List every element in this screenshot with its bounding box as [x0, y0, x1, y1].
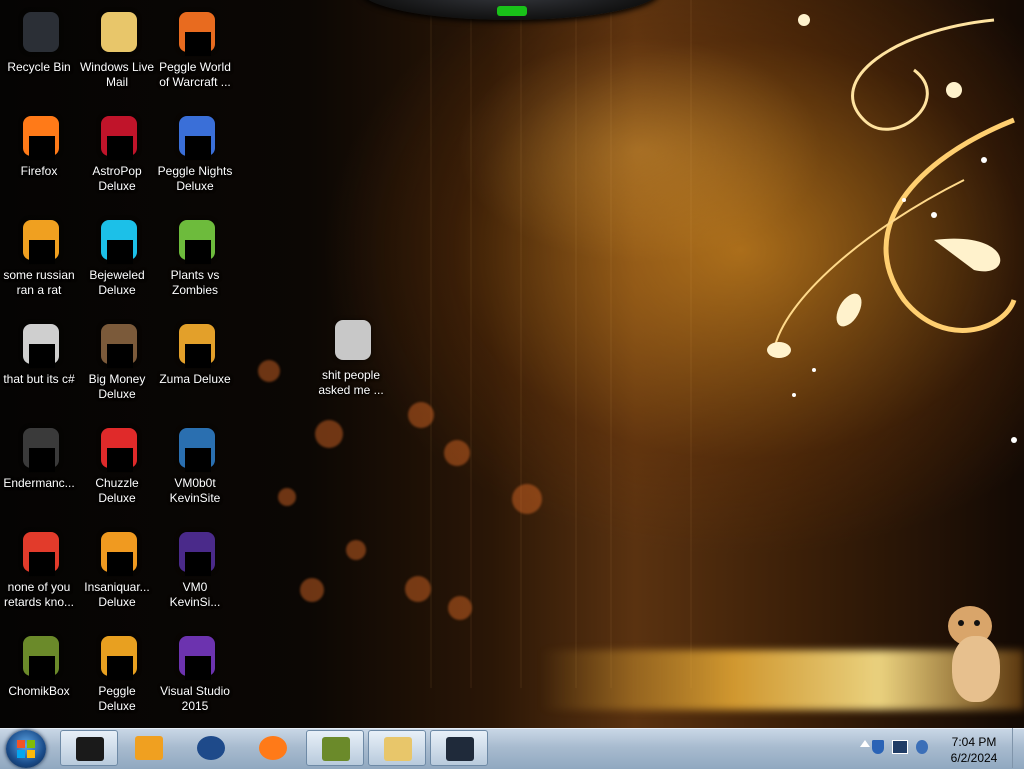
desktop-icon-firefox[interactable]: Firefox [0, 112, 78, 179]
insaniquarium-icon [93, 528, 141, 576]
clock-date: 6/2/2024 [950, 751, 998, 765]
desktop-icon-label: Zuma Deluxe [159, 372, 231, 386]
tray-expand-icon[interactable] [860, 740, 870, 747]
zuma-icon [171, 320, 219, 368]
desktop-icon-label: AstroPop Deluxe [92, 164, 142, 193]
globe-app-icon [197, 736, 225, 760]
desktop-icon-label: Big Money Deluxe [88, 372, 146, 401]
desktop-icon-peggle-wow[interactable]: Peggle World of Warcraft ... [156, 8, 234, 90]
windows-live-mail-icon [93, 8, 141, 56]
desktop-icon-chrome-like[interactable]: none of you retards kno... [0, 528, 78, 610]
terminal-icon [76, 737, 104, 761]
start-button[interactable] [6, 730, 46, 768]
desktop-icon-peggle[interactable]: Peggle Deluxe [78, 632, 156, 714]
desktop-icon-chomikbox[interactable]: ChomikBox [0, 632, 78, 699]
clock-time: 7:04 PM [951, 735, 997, 749]
document-icon [171, 528, 219, 576]
peggle-icon [93, 632, 141, 680]
desktop-icon-executable[interactable]: some russian ran a rat [0, 216, 78, 298]
desktop-icon-label: Bejeweled Deluxe [89, 268, 145, 297]
chomikbox-icon [15, 632, 63, 680]
desktop-icon-plants-vs-zombies[interactable]: Plants vs Zombies [156, 216, 234, 298]
plants-vs-zombies-icon [171, 216, 219, 264]
desktop-icon-label: Peggle World of Warcraft ... [159, 60, 231, 89]
vm-window-icon [171, 424, 219, 472]
desktop-icon-windows-live-mail[interactable]: Windows Live Mail [78, 8, 156, 90]
chomikbox-icon [322, 737, 350, 761]
peggle-wow-icon [171, 8, 219, 56]
desktop-icon-label: Plants vs Zombies [170, 268, 220, 297]
volume-icon[interactable] [916, 740, 928, 754]
desktop-icon-label: some russian ran a rat [3, 268, 75, 297]
visual-studio-icon [171, 632, 219, 680]
security-shield-icon[interactable] [872, 740, 884, 754]
desktop-icon-document[interactable]: VM0 KevinSi... [156, 528, 234, 610]
desktop-icon-label: Firefox [20, 164, 58, 178]
media-player-icon [135, 736, 163, 760]
desktop-icon-label: Windows Live Mail [79, 60, 155, 89]
desktop-icon-visual-studio[interactable]: Visual Studio 2015 [156, 632, 234, 714]
astropop-icon [93, 112, 141, 160]
desktop-icon-label: shit people asked me ... [318, 368, 384, 397]
big-money-icon [93, 320, 141, 368]
desktop-icon-label: that but its c# [3, 372, 75, 386]
desktop-icon-label: Insaniquar... Deluxe [84, 580, 150, 609]
taskbar-item-app[interactable] [182, 730, 240, 766]
chuzzle-icon [93, 424, 141, 472]
hamster-mascot [944, 606, 1004, 706]
show-desktop-button[interactable] [1012, 728, 1024, 768]
explorer-icon [384, 737, 412, 761]
desktop-icon-recycle-bin[interactable]: Recycle Bin [0, 8, 78, 75]
clock[interactable]: 7:04 PM 6/2/2024 [934, 734, 1014, 766]
taskbar-item-firefox[interactable] [244, 730, 302, 766]
network-icon[interactable] [892, 740, 908, 754]
executable-icon [15, 216, 63, 264]
chrome-like-icon [15, 528, 63, 576]
desktop-icon-insaniquarium[interactable]: Insaniquar... Deluxe [78, 528, 156, 610]
desktop-icon-bejeweled[interactable]: Bejeweled Deluxe [78, 216, 156, 298]
firefox-icon [259, 736, 287, 760]
taskbar-item-window[interactable] [430, 730, 488, 766]
desktop-icon-label: Visual Studio 2015 [160, 684, 230, 713]
taskbar-item-explorer[interactable] [368, 730, 426, 766]
desktop-icon-label: none of you retards kno... [3, 580, 75, 609]
windows-logo-icon [17, 740, 35, 758]
desktop-icon-label: Endermanc... [3, 476, 75, 490]
desktop-icon-zuma[interactable]: Zuma Deluxe [156, 320, 234, 387]
desktop-icon-vm-window[interactable]: VM0b0t KevinSite [156, 424, 234, 506]
desktop-icon-label: Peggle Nights Deluxe [157, 164, 233, 193]
desktop-icon-shortcut[interactable]: that but its c# [0, 320, 78, 387]
desktop-icon-peggle-nights[interactable]: Peggle Nights Deluxe [156, 112, 234, 194]
desktop-icon-label: Peggle Deluxe [98, 684, 136, 713]
desktop-icon-label: Chuzzle Deluxe [95, 476, 139, 505]
desktop-icon-label: VM0 KevinSi... [169, 580, 221, 609]
swirl-ornament [767, 14, 1017, 443]
recycle-bin-icon [15, 8, 63, 56]
desktop-icon-big-money[interactable]: Big Money Deluxe [78, 320, 156, 402]
desktop-icon-label: VM0b0t KevinSite [169, 476, 221, 505]
taskbar-item-terminal[interactable] [60, 730, 118, 766]
desktop-icon-astropop[interactable]: AstroPop Deluxe [78, 112, 156, 194]
taskbar-item-chomikbox[interactable] [306, 730, 364, 766]
desktop-icon-label: ChomikBox [8, 684, 70, 698]
status-led [497, 6, 527, 16]
desktop-icon-label: Recycle Bin [7, 60, 71, 74]
desktop-icon-window-app[interactable]: Endermanc... [0, 424, 78, 491]
bejeweled-icon [93, 216, 141, 264]
firefox-icon [15, 112, 63, 160]
folder-icon [327, 316, 375, 364]
window-app-icon [15, 424, 63, 472]
peggle-nights-icon [171, 112, 219, 160]
shortcut-icon [15, 320, 63, 368]
taskbar-item-media-player[interactable] [120, 730, 178, 766]
window-app-icon [446, 737, 474, 761]
desktop-icon-chuzzle[interactable]: Chuzzle Deluxe [78, 424, 156, 506]
desktop-icon-folder[interactable]: shit people asked me ... [312, 316, 390, 398]
